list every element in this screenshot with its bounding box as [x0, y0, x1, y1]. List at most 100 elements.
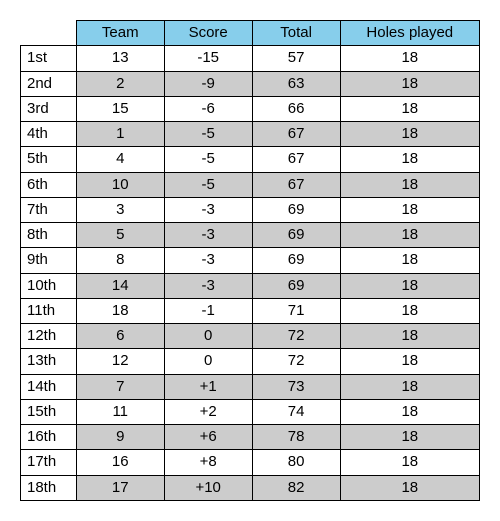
rank-cell: 7th [21, 197, 77, 222]
holes-cell: 18 [340, 450, 479, 475]
score-cell: -5 [164, 147, 252, 172]
total-cell: 66 [252, 96, 340, 121]
holes-cell: 18 [340, 71, 479, 96]
col-score: Score [164, 21, 252, 46]
table-row: 13th1207218 [21, 349, 480, 374]
table-row: 8th5-36918 [21, 223, 480, 248]
team-cell: 14 [76, 273, 164, 298]
holes-cell: 18 [340, 223, 479, 248]
rank-cell: 12th [21, 324, 77, 349]
holes-cell: 18 [340, 374, 479, 399]
rank-cell: 13th [21, 349, 77, 374]
score-cell: +2 [164, 399, 252, 424]
total-cell: 67 [252, 172, 340, 197]
col-holes: Holes played [340, 21, 479, 46]
team-cell: 4 [76, 147, 164, 172]
col-total: Total [252, 21, 340, 46]
team-cell: 9 [76, 425, 164, 450]
holes-cell: 18 [340, 298, 479, 323]
leaderboard-table: Team Score Total Holes played 1st13-1557… [20, 20, 480, 501]
score-cell: -9 [164, 71, 252, 96]
col-team: Team [76, 21, 164, 46]
score-cell: +6 [164, 425, 252, 450]
score-cell: +10 [164, 475, 252, 500]
holes-cell: 18 [340, 273, 479, 298]
table-row: 9th8-36918 [21, 248, 480, 273]
table-row: 3rd15-66618 [21, 96, 480, 121]
team-cell: 3 [76, 197, 164, 222]
rank-cell: 16th [21, 425, 77, 450]
holes-cell: 18 [340, 248, 479, 273]
score-cell: -5 [164, 172, 252, 197]
team-cell: 6 [76, 324, 164, 349]
rank-cell: 18th [21, 475, 77, 500]
table-row: 5th4-56718 [21, 147, 480, 172]
team-cell: 18 [76, 298, 164, 323]
rank-cell: 1st [21, 46, 77, 71]
rank-cell: 15th [21, 399, 77, 424]
holes-cell: 18 [340, 147, 479, 172]
team-cell: 16 [76, 450, 164, 475]
table-row: 1st13-155718 [21, 46, 480, 71]
total-cell: 63 [252, 71, 340, 96]
score-cell: -5 [164, 122, 252, 147]
rank-cell: 11th [21, 298, 77, 323]
score-cell: -15 [164, 46, 252, 71]
holes-cell: 18 [340, 475, 479, 500]
rank-cell: 17th [21, 450, 77, 475]
corner-cell [21, 21, 77, 46]
team-cell: 12 [76, 349, 164, 374]
score-cell: +8 [164, 450, 252, 475]
team-cell: 2 [76, 71, 164, 96]
table-row: 17th16+88018 [21, 450, 480, 475]
holes-cell: 18 [340, 425, 479, 450]
holes-cell: 18 [340, 122, 479, 147]
total-cell: 67 [252, 147, 340, 172]
score-cell: -3 [164, 248, 252, 273]
rank-cell: 8th [21, 223, 77, 248]
score-cell: -1 [164, 298, 252, 323]
holes-cell: 18 [340, 172, 479, 197]
total-cell: 57 [252, 46, 340, 71]
total-cell: 69 [252, 248, 340, 273]
rank-cell: 14th [21, 374, 77, 399]
total-cell: 72 [252, 324, 340, 349]
score-cell: 0 [164, 324, 252, 349]
total-cell: 82 [252, 475, 340, 500]
table-row: 2nd2-96318 [21, 71, 480, 96]
score-cell: 0 [164, 349, 252, 374]
table-row: 11th18-17118 [21, 298, 480, 323]
total-cell: 78 [252, 425, 340, 450]
score-cell: -3 [164, 273, 252, 298]
rank-cell: 3rd [21, 96, 77, 121]
header-row: Team Score Total Holes played [21, 21, 480, 46]
score-cell: +1 [164, 374, 252, 399]
total-cell: 69 [252, 223, 340, 248]
team-cell: 10 [76, 172, 164, 197]
total-cell: 73 [252, 374, 340, 399]
rank-cell: 5th [21, 147, 77, 172]
total-cell: 72 [252, 349, 340, 374]
table-row: 18th17+108218 [21, 475, 480, 500]
team-cell: 5 [76, 223, 164, 248]
total-cell: 67 [252, 122, 340, 147]
score-cell: -3 [164, 223, 252, 248]
holes-cell: 18 [340, 46, 479, 71]
table-row: 12th607218 [21, 324, 480, 349]
rank-cell: 10th [21, 273, 77, 298]
table-row: 10th14-36918 [21, 273, 480, 298]
total-cell: 69 [252, 273, 340, 298]
table-row: 16th9+67818 [21, 425, 480, 450]
holes-cell: 18 [340, 349, 479, 374]
total-cell: 69 [252, 197, 340, 222]
rank-cell: 6th [21, 172, 77, 197]
holes-cell: 18 [340, 399, 479, 424]
holes-cell: 18 [340, 197, 479, 222]
total-cell: 71 [252, 298, 340, 323]
rank-cell: 2nd [21, 71, 77, 96]
team-cell: 1 [76, 122, 164, 147]
rank-cell: 9th [21, 248, 77, 273]
table-row: 14th7+17318 [21, 374, 480, 399]
table-row: 7th3-36918 [21, 197, 480, 222]
team-cell: 7 [76, 374, 164, 399]
